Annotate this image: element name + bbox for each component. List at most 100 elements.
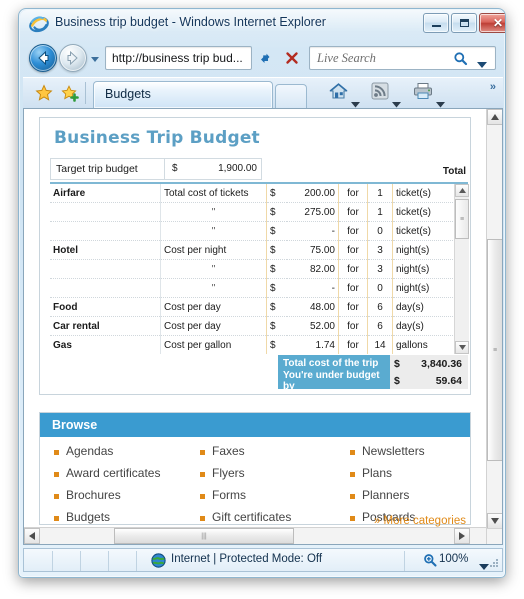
browse-link[interactable]: Agendas xyxy=(54,444,160,466)
tab-and-command-bar: Budgets » xyxy=(23,77,503,109)
row-quantity: 6 xyxy=(367,316,393,336)
table-row: "$82.00for3night(s)$246.00 xyxy=(50,259,468,279)
row-unit: night(s) xyxy=(392,240,456,260)
budget-table: Airfare Total cost of tickets $200.00 for 1 t… xyxy=(50,184,468,354)
printer-icon xyxy=(413,82,433,105)
page-hscroll-thumb[interactable]: ||| xyxy=(114,528,294,544)
browse-link[interactable]: Forms xyxy=(200,488,291,510)
triangle-up-icon xyxy=(458,188,466,193)
table-row: "$275.00for1ticket(s)$275.00 xyxy=(50,202,468,222)
triangle-up-icon xyxy=(491,114,499,120)
page-scroll-left-button[interactable] xyxy=(24,528,40,544)
under-budget-row: You're under budget by $ 59.64 xyxy=(278,370,468,392)
browse-link[interactable]: Newsletters xyxy=(350,444,425,466)
forward-button[interactable] xyxy=(59,44,87,72)
search-input[interactable]: Live Search xyxy=(309,46,496,70)
page-horizontal-scrollbar[interactable]: ||| xyxy=(24,527,487,544)
row-for: for xyxy=(338,278,368,298)
magnifier-icon[interactable] xyxy=(453,51,468,71)
page-scroll-right-button[interactable] xyxy=(454,528,470,544)
browse-panel: Browse Agendas Award certificates Brochure… xyxy=(39,412,471,527)
row-for: for xyxy=(338,221,368,241)
row-for: for xyxy=(338,202,368,222)
row-quantity: 6 xyxy=(367,297,393,317)
table-row: "$-for0night(s)$- xyxy=(50,278,468,298)
browse-link[interactable]: Award certificates xyxy=(54,466,160,488)
row-unit: gallons xyxy=(392,335,456,354)
refresh-button[interactable] xyxy=(253,46,278,70)
row-category: Airfare xyxy=(50,184,161,203)
row-amount: 1.74 xyxy=(287,335,339,354)
home-button[interactable] xyxy=(329,83,360,108)
browse-link[interactable]: Planners xyxy=(350,488,425,510)
more-categories-link[interactable]: » More categories xyxy=(374,515,466,527)
browse-link[interactable]: Faxes xyxy=(200,444,291,466)
search-dropdown-icon[interactable] xyxy=(477,56,487,74)
row-unit: day(s) xyxy=(392,297,456,317)
print-button[interactable] xyxy=(413,82,445,108)
total-column-header: Total xyxy=(442,166,466,177)
browse-link[interactable]: Budgets xyxy=(54,510,160,527)
row-currency: $ xyxy=(266,240,287,260)
resize-grip-icon[interactable] xyxy=(487,557,499,569)
maximize-button[interactable] xyxy=(451,13,477,33)
grid-vertical-scrollbar[interactable]: ≡ xyxy=(454,184,469,354)
zoom-level-text: 100% xyxy=(439,553,469,565)
status-bar: Internet | Protected Mode: Off 100% xyxy=(23,548,503,572)
row-category xyxy=(50,202,161,222)
row-for: for xyxy=(338,297,368,317)
under-budget-value: 59.64 xyxy=(406,372,468,389)
add-to-favorites-icon[interactable] xyxy=(61,84,79,102)
row-unit: day(s) xyxy=(392,316,456,336)
row-description: " xyxy=(160,278,267,298)
row-category: Gas xyxy=(50,335,161,354)
row-category: Food xyxy=(50,297,161,317)
grid-scroll-thumb[interactable]: ≡ xyxy=(455,199,469,239)
budget-template-preview: Business Trip Budget Target trip budget … xyxy=(39,117,471,395)
browse-link[interactable]: Brochures xyxy=(54,488,160,510)
stop-button[interactable] xyxy=(279,46,304,70)
page-scroll-up-button[interactable] xyxy=(487,109,502,125)
page-vertical-scrollbar[interactable]: ≡ xyxy=(486,109,502,529)
page-scroll-down-button[interactable] xyxy=(487,513,502,529)
total-cost-value: 3,840.36 xyxy=(406,355,468,372)
row-currency: $ xyxy=(266,259,287,279)
tab-budgets[interactable]: Budgets xyxy=(93,81,273,108)
toolbar-overflow-icon[interactable]: » xyxy=(490,81,496,93)
table-row: GasCost per gallon$1.74for14gallons$24.3… xyxy=(50,335,468,354)
row-currency: $ xyxy=(266,335,287,354)
row-category xyxy=(50,278,161,298)
minimize-button[interactable] xyxy=(423,13,449,33)
grid-scroll-down-button[interactable] xyxy=(455,341,469,354)
row-for: for xyxy=(338,184,368,203)
row-description: Total cost of tickets xyxy=(160,184,267,203)
row-quantity: 1 xyxy=(367,184,393,203)
row-currency: $ xyxy=(266,278,287,298)
row-quantity: 1 xyxy=(367,202,393,222)
recent-pages-dropdown[interactable] xyxy=(89,52,101,64)
table-row: FoodCost per day$48.00for6day(s)$288.00 xyxy=(50,297,468,317)
close-button[interactable]: ✕ xyxy=(479,13,505,33)
rss-feed-icon xyxy=(371,82,389,105)
total-cost-currency: $ xyxy=(390,355,406,372)
browser-window: Business trip budget - Windows Internet … xyxy=(18,8,506,578)
back-button[interactable] xyxy=(29,44,57,72)
row-unit: ticket(s) xyxy=(392,184,456,203)
magnifier-plus-icon[interactable] xyxy=(423,553,437,567)
row-quantity: 14 xyxy=(367,335,393,354)
favorites-center-icon[interactable] xyxy=(35,84,53,102)
status-divider xyxy=(80,551,81,571)
row-amount: 82.00 xyxy=(287,259,339,279)
page-scroll-thumb[interactable]: ≡ xyxy=(487,239,502,461)
new-tab-button[interactable] xyxy=(275,84,307,108)
stop-x-icon xyxy=(285,52,298,64)
grid-scroll-up-button[interactable] xyxy=(455,184,469,197)
browse-link[interactable]: Gift certificates xyxy=(200,510,291,527)
feeds-button[interactable] xyxy=(371,82,401,108)
browse-link[interactable]: Plans xyxy=(350,466,425,488)
back-arrow-icon xyxy=(38,50,49,66)
browse-link[interactable]: Flyers xyxy=(200,466,291,488)
row-currency: $ xyxy=(266,221,287,241)
address-bar[interactable]: http://business trip bud... xyxy=(105,46,252,70)
browse-heading: Browse xyxy=(40,413,470,437)
